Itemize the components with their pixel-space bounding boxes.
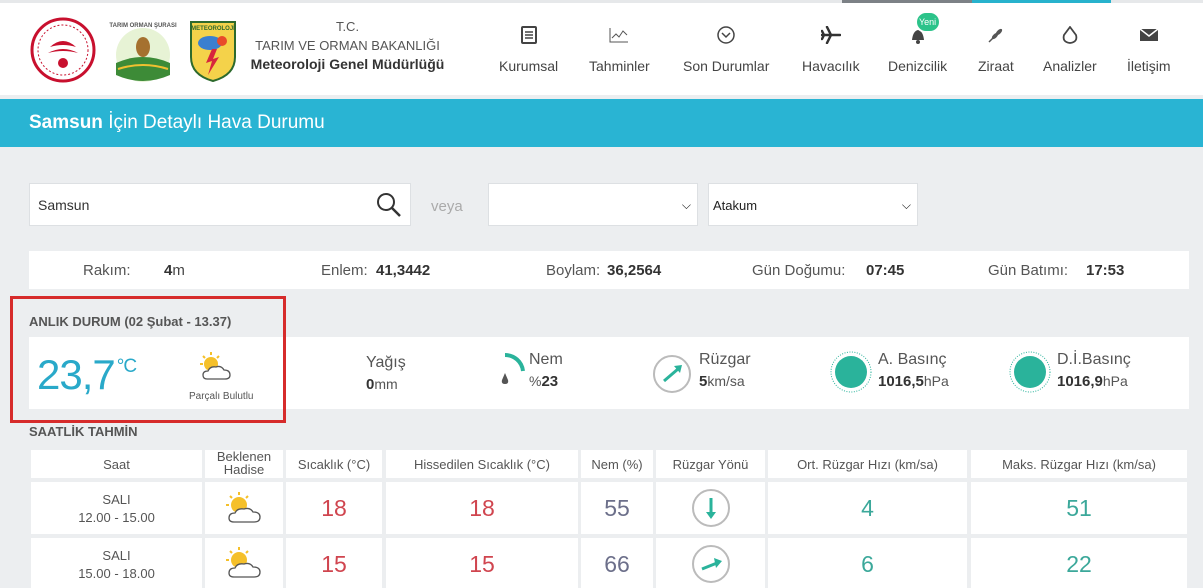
table-row-time: SALI 15.00 - 18.00	[31, 538, 202, 588]
sea-pressure-gauge-icon	[1009, 351, 1051, 393]
col-header-wind-avg: Ort. Rüzgar Hızı (km/sa)	[768, 450, 967, 478]
location-info-bar: Rakım: 4m Enlem: 41,3442 Boylam: 36,2564…	[29, 251, 1189, 289]
pressure-label: A. Basınç	[878, 351, 947, 368]
table-row-wind-dir	[656, 482, 765, 534]
precipitation-value: 0mm	[366, 376, 398, 393]
partly-cloudy-icon	[226, 547, 261, 578]
altitude-label: Rakım:	[83, 262, 131, 279]
wind-direction-icon	[653, 355, 691, 393]
search-icon[interactable]	[376, 192, 402, 218]
meteoroloji-logo[interactable]: METEOROLOJİ	[188, 17, 238, 83]
wind-label: Rüzgar	[699, 351, 751, 368]
sea-pressure-label: D.İ.Basınç	[1057, 351, 1131, 368]
sunrise-label: Gün Doğumu:	[752, 262, 846, 279]
or-label: veya	[431, 198, 463, 215]
district-select[interactable]: Atakum ⌵	[708, 183, 918, 226]
svg-text:METEOROLOJİ: METEOROLOJİ	[191, 25, 235, 32]
pressure-value: 1016,5hPa	[878, 373, 949, 390]
table-row-event	[205, 482, 283, 534]
table-row-wind-dir	[656, 538, 765, 588]
table-row-humidity: 55	[581, 482, 653, 534]
table-row-humidity: 66	[581, 538, 653, 588]
drop-icon	[1062, 26, 1078, 44]
airplane-icon	[820, 26, 841, 44]
col-header-event: Beklenen Hadise	[205, 450, 283, 478]
nav-havacilik[interactable]: Havacılık	[802, 21, 860, 74]
longitude-value: 36,2564	[607, 262, 662, 279]
site-header: TARIM ORMAN ŞURASI METEOROLOJİ T.C. TARI…	[0, 3, 1203, 95]
table-row-feels: 18	[386, 482, 578, 534]
col-header-temp: Sıcaklık (°C)	[286, 450, 382, 478]
document-icon	[520, 26, 537, 44]
chart-icon	[609, 28, 629, 43]
nav-son-durumlar[interactable]: Son Durumlar	[683, 21, 769, 74]
humidity-value: %23	[529, 373, 559, 390]
col-header-feels: Hissedilen Sıcaklık (°C)	[386, 450, 578, 478]
chevron-circle-icon	[717, 26, 735, 44]
chevron-down-icon: ⌵	[681, 198, 691, 212]
organization-name: T.C. TARIM VE ORMAN BAKANLIĞI Meteoroloj…	[250, 19, 445, 72]
table-row-wind-max: 51	[971, 482, 1187, 534]
province-select[interactable]: ⌵	[488, 183, 698, 226]
new-badge: Yeni	[914, 11, 941, 33]
nav-denizcilik[interactable]: Yeni Denizcilik	[888, 11, 947, 74]
col-header-humidity: Nem (%)	[581, 450, 653, 478]
wind-arrow-northeast-icon	[691, 545, 730, 583]
humidity-label: Nem	[529, 351, 563, 368]
table-row-wind-avg: 6	[768, 538, 967, 588]
partly-cloudy-icon	[226, 492, 261, 523]
altitude-value: 4m	[164, 262, 185, 279]
humidity-gauge-icon	[501, 352, 525, 384]
col-header-time: Saat	[31, 450, 202, 478]
table-row-temp: 18	[286, 482, 382, 534]
nav-analizler[interactable]: Analizler	[1043, 21, 1097, 74]
latitude-label: Enlem:	[321, 262, 368, 279]
col-header-wind-max: Maks. Rüzgar Hızı (km/sa)	[971, 450, 1187, 478]
sunset-label: Gün Batımı:	[988, 262, 1069, 279]
nav-tahminler[interactable]: Tahminler	[589, 21, 650, 74]
nav-iletisim[interactable]: İletişim	[1127, 21, 1171, 74]
table-row-temp: 15	[286, 538, 382, 588]
chevron-down-icon: ⌵	[901, 198, 911, 212]
page-title: Samsun İçin Detaylı Hava Durumu	[0, 99, 1203, 147]
nav-kurumsal[interactable]: Kurumsal	[499, 21, 558, 74]
highlight-box	[10, 296, 286, 423]
city-search-input[interactable]: Samsun	[29, 183, 411, 226]
nav-ziraat[interactable]: Ziraat	[978, 21, 1014, 74]
envelope-icon	[1139, 28, 1159, 41]
table-row-time: SALI 12.00 - 15.00	[31, 482, 202, 534]
table-row-event	[205, 538, 283, 588]
table-row-wind-max: 22	[971, 538, 1187, 588]
ministry-logo[interactable]	[30, 17, 96, 83]
wind-arrow-south-icon	[691, 489, 730, 527]
table-row-wind-avg: 4	[768, 482, 967, 534]
col-header-wind-dir: Rüzgar Yönü	[656, 450, 765, 478]
sunset-value: 17:53	[1086, 262, 1125, 279]
latitude-value: 41,3442	[376, 262, 431, 279]
sea-pressure-value: 1016,9hPa	[1057, 373, 1128, 390]
precipitation-label: Yağış	[366, 354, 406, 371]
wind-value: 5km/sa	[699, 373, 745, 390]
table-row-feels: 15	[386, 538, 578, 588]
longitude-label: Boylam:	[546, 262, 601, 279]
tarim-orman-surasi-logo[interactable]: TARIM ORMAN ŞURASI	[108, 17, 178, 83]
sunrise-value: 07:45	[866, 262, 905, 279]
hourly-forecast-title: SAATLİK TAHMİN	[29, 424, 138, 439]
pressure-gauge-icon	[830, 351, 872, 393]
wheat-icon	[988, 28, 1003, 43]
